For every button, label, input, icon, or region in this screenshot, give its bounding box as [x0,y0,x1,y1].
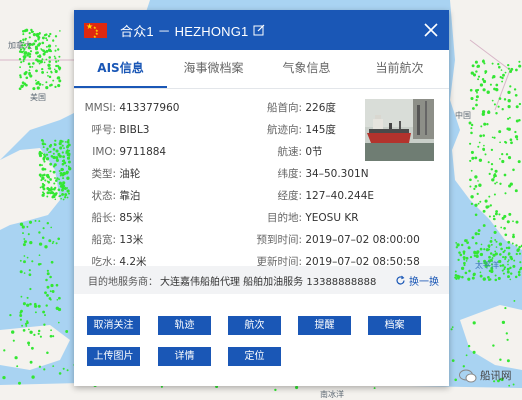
destination-row: 目的地: YEOSU KR [244,212,359,225]
longitude-value: 127–40.244E [305,190,375,202]
eta-value: 2019–07–02 08:00:00 [305,234,420,246]
panel-header: ★ ★ ★ ★ ★ 合众1 － HEZHONG1 [74,10,449,50]
latitude-value: 34–50.301N [305,168,369,180]
length-label: 船长: [91,212,116,224]
latitude-row: 纬度: 34–50.301N [244,168,369,181]
course-row: 航迹向: 145度 [244,124,336,137]
wechat-icon [459,369,477,382]
info-tabs: AIS信息 海事微档案 气象信息 当前航次 [74,50,449,89]
edit-icon[interactable] [253,24,265,36]
archive-button[interactable]: 档案 [368,316,421,335]
ship-photo[interactable] [365,99,434,161]
status-label: 状态: [91,190,116,202]
map-label-southern-ocean: 南冰洋 [320,390,344,399]
type-value: 油轮 [119,168,141,180]
map-label-region: 中国 [455,111,471,120]
longitude-label: 经度: [277,190,302,202]
course-value: 145度 [305,124,336,136]
course-label: 航迹向: [266,124,302,136]
speed-row: 航速: 0节 [244,146,323,159]
imo-label: IMO: [92,146,116,158]
heading-value: 226度 [305,102,336,114]
destination-service-bar: 目的地服务商： 大连嘉伟船舶代理 船舶加油服务 13388888888 换一换 [74,266,449,294]
tab-maritime-archive[interactable]: 海事微档案 [167,50,260,88]
refresh-button[interactable]: 换一换 [395,273,439,288]
heading-label: 船首向: [266,102,302,114]
close-icon[interactable] [423,22,439,38]
type-label: 类型: [91,168,116,180]
status-value: 靠泊 [119,190,141,202]
refresh-label: 换一换 [409,276,439,288]
action-buttons: 取消关注 轨迹 航次 提醒 档案 上传图片 详情 定位 [74,294,449,374]
details-button[interactable]: 详情 [158,347,211,366]
speed-value: 0节 [305,146,323,158]
width-label: 船宽: [91,234,116,246]
imo-value: 9711884 [119,146,167,158]
mmsi-row: MMSI: 413377960 [84,102,180,115]
map-label-canada: 加拿大 [8,41,32,50]
eta-label: 预到时间: [256,234,302,246]
refresh-icon [396,275,405,284]
map-label-usa: 美国 [30,93,46,102]
imo-row: IMO: 9711884 [84,146,166,159]
vessel-title: 合众1 － HEZHONG1 [120,23,249,39]
callsign-row: 呼号: BIBL3 [84,124,149,137]
service-label: 目的地服务商： [88,276,158,288]
china-flag-icon: ★ ★ ★ ★ ★ [84,22,107,39]
map-label-pacific: 太平洋 [475,261,499,270]
latitude-label: 纬度: [277,168,302,180]
width-row: 船宽: 13米 [84,234,143,247]
voyage-button[interactable]: 航次 [228,316,281,335]
length-row: 船长: 85米 [84,212,143,225]
mmsi-value: 413377960 [119,102,180,114]
service-provider[interactable]: 大连嘉伟船舶代理 船舶加油服务 13388888888 [160,273,376,288]
watermark: 船讯网 [459,368,512,383]
tab-current-voyage[interactable]: 当前航次 [353,50,446,88]
tab-weather[interactable]: 气象信息 [260,50,353,88]
callsign-value: BIBL3 [119,124,150,136]
locate-button[interactable]: 定位 [228,347,281,366]
reminder-button[interactable]: 提醒 [298,316,351,335]
type-row: 类型: 油轮 [84,168,140,181]
eta-row: 预到时间: 2019–07–02 08:00:00 [244,234,420,247]
longitude-row: 经度: 127–40.244E [244,190,374,203]
ais-info-grid: MMSI: 413377960 呼号: BIBL3 IMO: 9711884 类… [74,89,449,268]
destination-label: 目的地: [266,212,302,224]
upload-photo-button[interactable]: 上传图片 [87,347,140,366]
unfollow-button[interactable]: 取消关注 [87,316,140,335]
speed-label: 航速: [277,146,302,158]
vessel-info-panel: ★ ★ ★ ★ ★ 合众1 － HEZHONG1 AIS信息 海事微档案 气象信… [74,10,449,386]
destination-value: YEOSU KR [305,212,359,224]
track-button[interactable]: 轨迹 [158,316,211,335]
length-value: 85米 [119,212,144,224]
mmsi-label: MMSI: [84,102,116,114]
status-row: 状态: 靠泊 [84,190,140,203]
width-value: 13米 [119,234,144,246]
callsign-label: 呼号: [91,124,116,136]
watermark-text: 船讯网 [480,370,512,382]
heading-row: 船首向: 226度 [244,102,336,115]
tab-ais-info[interactable]: AIS信息 [74,50,167,88]
